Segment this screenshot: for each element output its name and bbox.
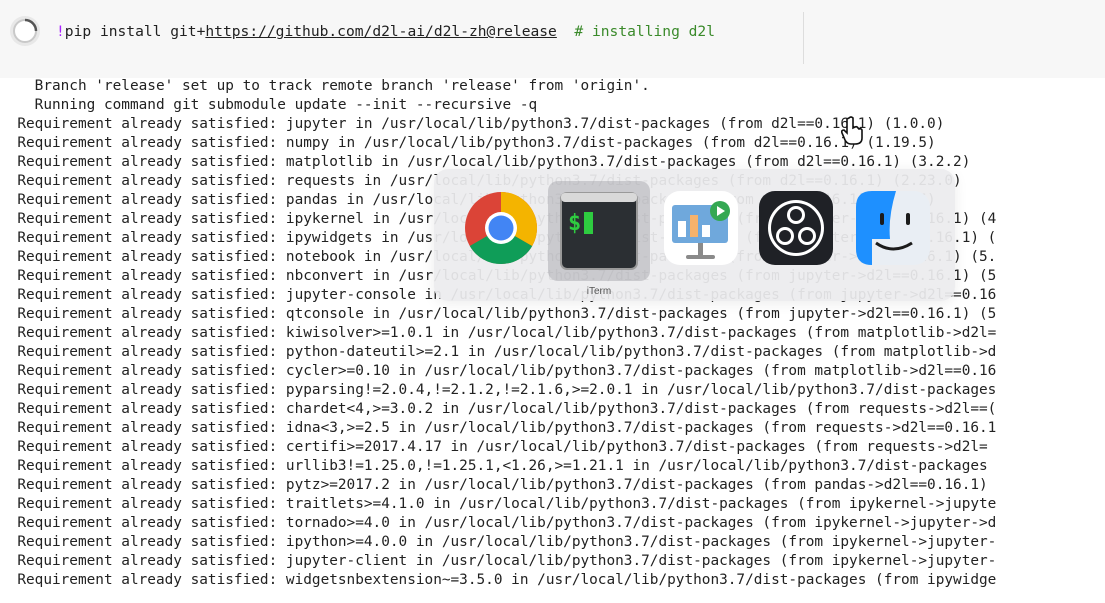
output-line: Requirement already satisfied: numpy in … xyxy=(0,135,936,151)
output-line: Requirement already satisfied: jupyter-c… xyxy=(0,553,997,569)
switcher-app-obs[interactable] xyxy=(755,187,837,269)
chrome-icon xyxy=(465,192,538,265)
output-line: Requirement already satisfied: qtconsole… xyxy=(0,306,997,322)
output-line: Requirement already satisfied: pytz>=201… xyxy=(0,477,988,493)
app-switcher: $ iTerm xyxy=(434,169,955,301)
switcher-app-iterm[interactable]: $ xyxy=(548,181,650,281)
code-cell[interactable]: !pip install git+https://github.com/d2l-… xyxy=(0,0,1105,78)
output-line: Running command git submodule update --i… xyxy=(0,97,538,113)
keynote-icon xyxy=(664,191,738,265)
cell-output: Branch 'release' set up to track remote … xyxy=(0,76,1105,603)
output-line: Requirement already satisfied: idna<3,>=… xyxy=(0,420,997,436)
repo-link[interactable]: https://github.com/d2l-ai/d2l-zh@release xyxy=(205,23,556,40)
terminal-icon: $ xyxy=(560,192,638,270)
finder-icon xyxy=(856,191,930,265)
svg-text:$: $ xyxy=(568,211,581,236)
output-line: Requirement already satisfied: jupyter i… xyxy=(0,116,945,132)
run-cell-button[interactable] xyxy=(10,16,40,46)
command-text: pip install git+ xyxy=(64,23,206,40)
switcher-app-keynote[interactable] xyxy=(660,187,742,269)
output-line: Requirement already satisfied: urllib3!=… xyxy=(0,458,988,474)
cell-divider xyxy=(803,12,804,64)
output-line: Requirement already satisfied: certifi>=… xyxy=(0,439,988,455)
hand-cursor-icon xyxy=(840,116,863,145)
switcher-app-finder[interactable] xyxy=(852,187,934,269)
output-line: Branch 'release' set up to track remote … xyxy=(0,78,650,94)
selected-app-label: iTerm xyxy=(586,286,612,297)
shell-bang: ! xyxy=(56,23,65,40)
output-line: Requirement already satisfied: traitlets… xyxy=(0,496,997,512)
obs-icon xyxy=(759,191,833,265)
output-line: Requirement already satisfied: cycler>=0… xyxy=(0,363,997,379)
output-line: Requirement already satisfied: chardet<4… xyxy=(0,401,997,417)
output-line: Requirement already satisfied: tornado>=… xyxy=(0,515,997,531)
output-line: Requirement already satisfied: kiwisolve… xyxy=(0,325,997,341)
code-input[interactable]: !pip install git+https://github.com/d2l-… xyxy=(56,22,715,42)
output-line: Requirement already satisfied: pyparsing… xyxy=(0,382,997,398)
output-line: Requirement already satisfied: widgetsnb… xyxy=(0,572,997,588)
switcher-app-chrome[interactable] xyxy=(460,187,542,269)
output-line: Requirement already satisfied: python-da… xyxy=(0,344,997,360)
spinner-icon xyxy=(13,18,38,43)
code-comment: # installing d2l xyxy=(556,23,715,40)
output-line: Requirement already satisfied: ipython>=… xyxy=(0,534,997,550)
